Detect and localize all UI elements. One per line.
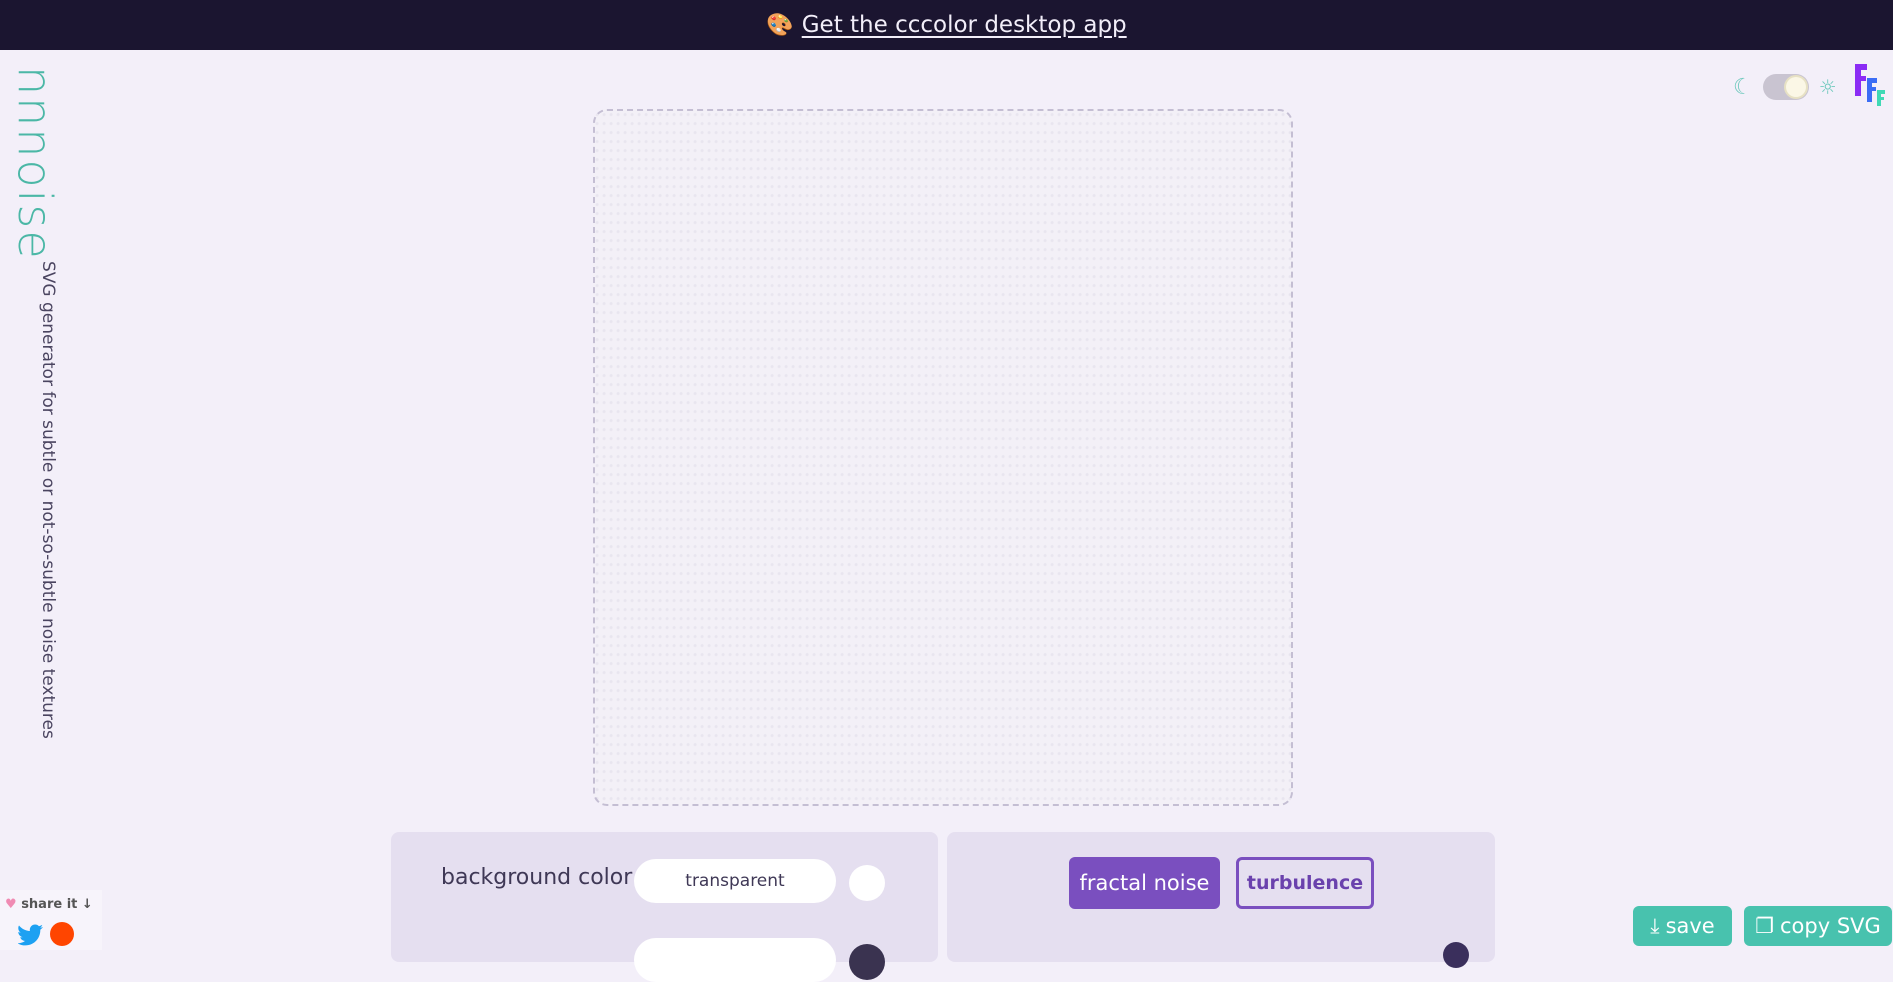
theme-toggle[interactable]: ☾ ☼ (1733, 74, 1837, 100)
noise-panel: fractal noise turbulence (947, 832, 1495, 968)
noise-preview (593, 109, 1293, 806)
app-title: nnnoise (8, 66, 62, 261)
save-label: save (1665, 914, 1715, 938)
sun-icon: ☼ (1818, 75, 1837, 99)
download-icon: ⤓ (1650, 913, 1660, 938)
reddit-icon[interactable] (50, 922, 74, 946)
palette-icon: 🎨 (766, 12, 794, 38)
save-button[interactable]: ⤓ save (1633, 906, 1732, 946)
copy-label: copy SVG (1780, 914, 1881, 938)
desktop-app-link[interactable]: Get the cccolor desktop app (802, 12, 1127, 38)
share-label: ♥ share it ↓ (5, 897, 93, 912)
fractal-noise-button[interactable]: fractal noise (1069, 857, 1220, 909)
background-color-input[interactable] (634, 859, 836, 903)
slider-handle[interactable] (1443, 942, 1469, 968)
brand: nnnoise SVG generator for subtle or not-… (8, 66, 62, 813)
theme-switch[interactable] (1762, 74, 1809, 100)
background-color-swatch[interactable] (849, 865, 885, 901)
color-panel: background color (391, 832, 938, 982)
heart-icon: ♥ (5, 897, 17, 912)
twitter-icon[interactable] (18, 924, 44, 946)
moon-icon: ☾ (1733, 74, 1753, 100)
copy-svg-button[interactable]: ❐ copy SVG (1744, 906, 1892, 946)
noise-color-swatch[interactable] (849, 944, 885, 980)
share-widget: ♥ share it ↓ (0, 890, 102, 950)
app-tagline: SVG generator for subtle or not-so-subtl… (38, 260, 58, 739)
promo-banner: 🎨 Get the cccolor desktop app (0, 0, 1893, 50)
background-color-label: background color (441, 865, 633, 890)
clipboard-icon: ❐ (1755, 914, 1775, 938)
switch-knob (1785, 77, 1806, 97)
turbulence-button[interactable]: turbulence (1236, 857, 1374, 909)
fff-logo-icon[interactable] (1853, 62, 1889, 106)
noise-color-input[interactable] (634, 938, 836, 982)
